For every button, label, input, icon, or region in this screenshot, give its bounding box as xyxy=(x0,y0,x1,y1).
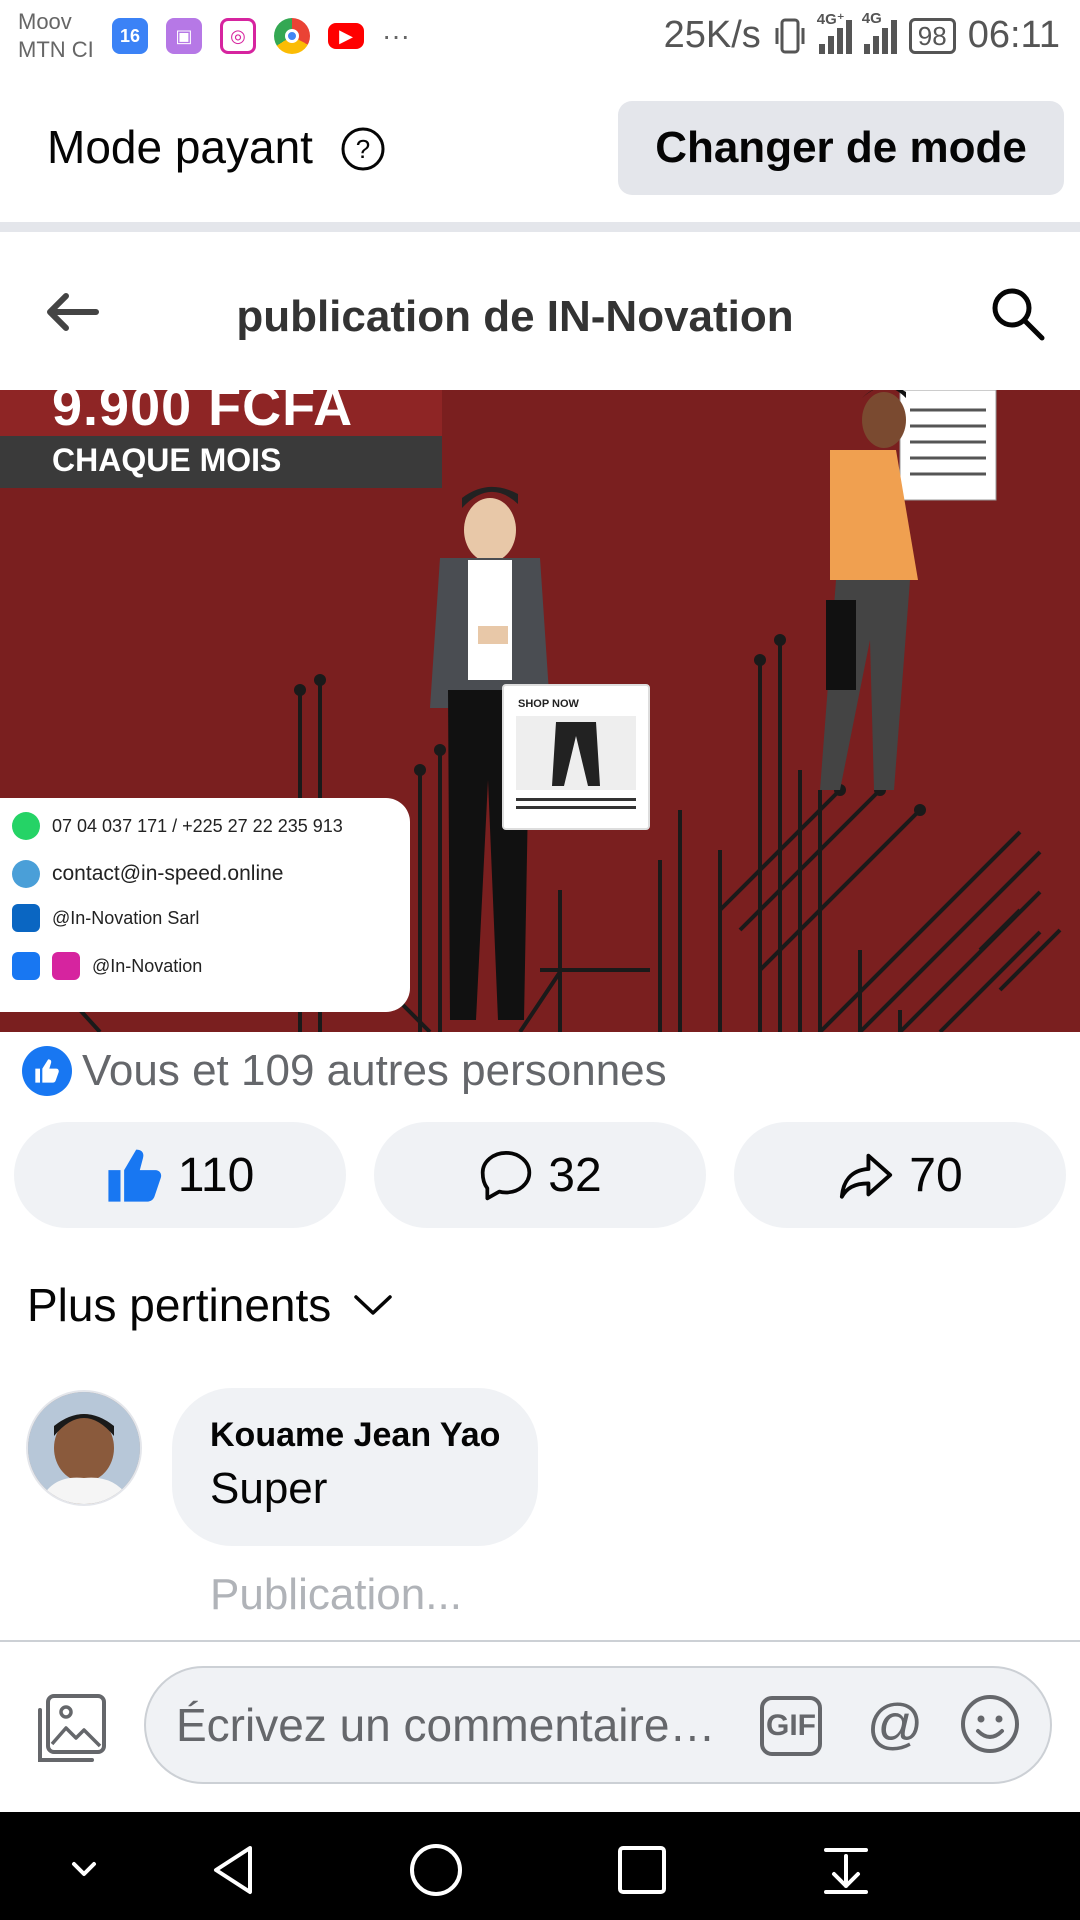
more-notifications-icon: ··· xyxy=(382,20,410,51)
contact-card: 07 04 037 171 / +225 27 22 235 913 conta… xyxy=(0,798,410,1012)
change-mode-button[interactable]: Changer de mode xyxy=(618,101,1064,195)
comment-count: 32 xyxy=(548,1148,602,1202)
calendar-16-icon: 16 xyxy=(112,18,148,54)
contact-linkedin: @In-Novation Sarl xyxy=(12,904,199,932)
comment-status: Publication... xyxy=(210,1570,462,1619)
thumbs-up-icon xyxy=(108,1149,161,1202)
recents-nav-icon[interactable] xyxy=(614,1842,670,1898)
page-title: publication de IN-Novation xyxy=(236,292,794,341)
mention-button[interactable]: @ xyxy=(862,1690,928,1756)
gif-button[interactable]: GIF xyxy=(760,1696,822,1756)
network-speed: 25K/s xyxy=(663,14,761,56)
reactions-text: Vous et 109 autres personnes xyxy=(82,1046,667,1095)
share-button[interactable]: 70 xyxy=(734,1122,1066,1228)
chevron-down-icon xyxy=(354,1295,393,1315)
emoji-icon[interactable] xyxy=(958,1692,1022,1756)
home-nav-icon[interactable] xyxy=(408,1842,464,1898)
help-icon[interactable]: ? xyxy=(340,126,386,172)
notification-pull-icon[interactable] xyxy=(818,1842,874,1898)
comment-button[interactable]: 32 xyxy=(374,1122,706,1228)
carrier-line-1: Moov xyxy=(18,9,72,34)
woman-figure xyxy=(820,390,997,790)
system-navigation-bar xyxy=(0,1812,1080,1920)
contact-social: @In-Novation xyxy=(12,952,202,980)
hide-nav-chevron-icon[interactable] xyxy=(62,1850,106,1890)
vibrate-icon xyxy=(775,18,805,53)
section-divider xyxy=(0,222,1080,232)
youtube-icon: ▶ xyxy=(328,23,364,49)
shop-now-label: SHOP NOW xyxy=(518,698,579,710)
chrome-icon xyxy=(274,18,310,54)
like-button[interactable]: 110 xyxy=(14,1122,346,1228)
comment-text: Super xyxy=(210,1464,328,1513)
comment-composer: GIF @ xyxy=(0,1642,1080,1812)
instagram-icon: ◎ xyxy=(220,18,256,54)
notification-icons: 16 ▣ ◎ ▶ ··· xyxy=(112,18,410,54)
contact-phone: 07 04 037 171 / +225 27 22 235 913 xyxy=(12,812,343,840)
post-image[interactable]: 9.900 FCFA CHAQUE MOIS SHOP NOW 07 04 03… xyxy=(0,390,1080,1032)
carrier-name: Moov MTN CI xyxy=(18,8,94,64)
contact-linkedin-text: @In-Novation Sarl xyxy=(52,907,200,928)
mode-label: Mode payant xyxy=(47,121,313,173)
pants-thumbnail xyxy=(516,716,636,790)
sort-label: Plus pertinents xyxy=(27,1279,332,1331)
comment-sort-dropdown[interactable]: Plus pertinents xyxy=(27,1278,393,1332)
share-arrow-icon xyxy=(840,1153,893,1199)
contact-social-text: @In-Novation xyxy=(92,955,203,976)
network-type-2: 4G xyxy=(861,9,882,27)
phone-icon xyxy=(12,812,40,840)
gallery-icon: ▣ xyxy=(166,18,202,54)
contact-email: contact@in-speed.online xyxy=(12,860,283,888)
reactions-summary[interactable]: Vous et 109 autres personnes xyxy=(22,1046,667,1096)
period-text: CHAQUE MOIS xyxy=(52,442,282,478)
avatar[interactable] xyxy=(26,1390,142,1506)
instagram-logo-icon xyxy=(52,952,80,980)
email-icon xyxy=(12,860,40,888)
comment-input[interactable] xyxy=(176,1694,746,1756)
shop-now-card: SHOP NOW xyxy=(502,684,650,830)
battery-level: 98 xyxy=(908,17,956,54)
contact-phone-text: 07 04 037 171 / +225 27 22 235 913 xyxy=(52,815,343,836)
price-text: 9.900 FCFA xyxy=(52,390,354,437)
comment-input-container[interactable]: GIF @ xyxy=(144,1666,1052,1784)
status-indicators: 25K/s 4G⁺ 4G 98 06:11 xyxy=(663,10,1060,57)
signal-4g-icon: 4G xyxy=(862,10,897,54)
post-header: publication de IN-Novation xyxy=(0,232,1080,390)
network-type-1: 4G⁺ xyxy=(816,10,845,28)
search-icon[interactable] xyxy=(988,284,1048,344)
share-count: 70 xyxy=(909,1148,963,1202)
signal-4g-plus-icon: 4G⁺ xyxy=(817,11,852,54)
back-nav-icon[interactable] xyxy=(206,1842,262,1898)
facebook-icon xyxy=(12,952,40,980)
carrier-line-2: MTN CI xyxy=(18,37,94,62)
comment-bubble-icon xyxy=(481,1150,532,1201)
like-count: 110 xyxy=(177,1148,255,1202)
comment-author[interactable]: Kouame Jean Yao xyxy=(210,1416,500,1455)
contact-email-text: contact@in-speed.online xyxy=(52,862,284,885)
like-reaction-icon xyxy=(22,1046,72,1096)
linkedin-icon xyxy=(12,904,40,932)
status-bar: Moov MTN CI 16 ▣ ◎ ▶ ··· 25K/s 4G⁺ 4G 98… xyxy=(0,0,1080,76)
photo-attach-icon[interactable] xyxy=(34,1692,110,1768)
clock: 06:11 xyxy=(967,14,1060,56)
post-actions: 110 32 70 xyxy=(14,1122,1066,1228)
help-glyph: ? xyxy=(356,134,370,164)
comment-bubble[interactable]: Kouame Jean Yao Super xyxy=(172,1388,538,1546)
